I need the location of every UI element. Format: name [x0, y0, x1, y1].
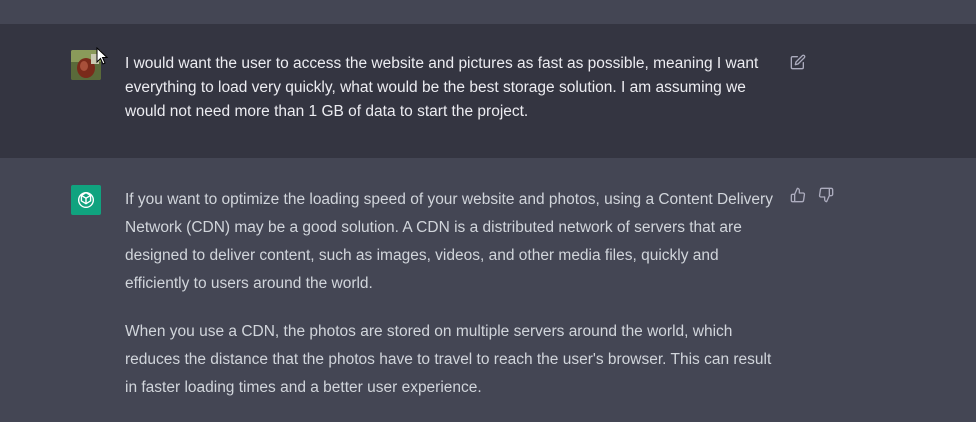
- previous-message-edge: [0, 0, 976, 24]
- thumbs-up-icon[interactable]: [789, 186, 807, 204]
- mouse-cursor-icon: [96, 46, 109, 70]
- user-message-row: I would want the user to access the webs…: [0, 24, 976, 158]
- user-message-text: I would want the user to access the webs…: [125, 55, 759, 120]
- assistant-paragraph: If you want to optimize the loading spee…: [125, 191, 773, 292]
- edit-icon[interactable]: [789, 53, 807, 71]
- assistant-paragraph: When you use a CDN, the photos are store…: [125, 323, 772, 396]
- thumbs-down-icon[interactable]: [817, 186, 835, 204]
- assistant-message-row: If you want to optimize the loading spee…: [0, 158, 976, 412]
- assistant-avatar: [71, 185, 101, 215]
- openai-logo-icon: [77, 191, 95, 209]
- assistant-message-text: If you want to optimize the loading spee…: [125, 186, 775, 422]
